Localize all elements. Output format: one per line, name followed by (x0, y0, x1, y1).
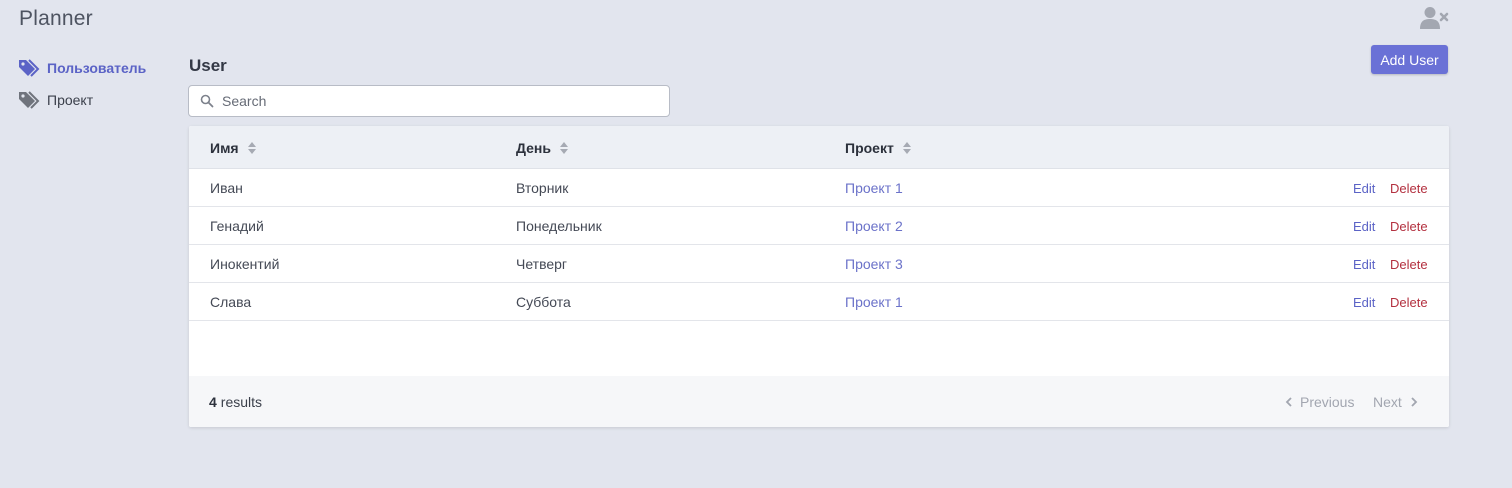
tags-icon (18, 90, 42, 110)
edit-link[interactable]: Edit (1353, 283, 1375, 321)
table-header: Имя День Проект (189, 126, 1449, 169)
previous-label: Previous (1300, 393, 1355, 410)
table-row: Инокентий Четверг Проект 3 Edit Delete (189, 245, 1449, 283)
table-row: Иван Вторник Проект 1 Edit Delete (189, 169, 1449, 207)
sidebar-item-label: Проект (47, 92, 94, 108)
column-header-day[interactable]: День (516, 126, 568, 169)
search-input[interactable] (222, 93, 642, 109)
table-row: Слава Суббота Проект 1 Edit Delete (189, 283, 1449, 321)
previous-page-button[interactable]: Previous (1285, 376, 1354, 427)
delete-link[interactable]: Delete (1390, 283, 1428, 321)
column-label: Проект (845, 139, 894, 156)
search-box[interactable] (188, 85, 670, 117)
cell-name: Слава (210, 294, 252, 310)
sort-icon (902, 141, 911, 154)
search-icon (200, 94, 214, 108)
cell-day: Понедельник (516, 218, 602, 234)
users-table-card: Имя День Проект Иван Вторник Проект 1 Ed… (189, 126, 1449, 427)
page-title: User (189, 56, 227, 75)
chevron-right-icon (1411, 396, 1418, 407)
column-label: Имя (210, 139, 239, 156)
sidebar-item-projects[interactable]: Проект (18, 84, 168, 116)
tags-icon (18, 58, 42, 78)
column-label: День (516, 139, 551, 156)
column-header-name[interactable]: Имя (210, 126, 256, 169)
edit-link[interactable]: Edit (1353, 169, 1375, 207)
sidebar-item-users[interactable]: Пользователь (18, 52, 168, 84)
app-title: Planner (19, 7, 93, 30)
cell-project-link[interactable]: Проект 3 (845, 245, 903, 283)
delete-link[interactable]: Delete (1390, 245, 1428, 283)
cell-project-link[interactable]: Проект 2 (845, 207, 903, 245)
sidebar: Пользователь Проект (18, 52, 168, 116)
delete-link[interactable]: Delete (1390, 169, 1428, 207)
next-label: Next (1373, 393, 1402, 410)
cell-name: Инокентий (210, 256, 280, 272)
results-number: 4 (209, 393, 217, 410)
add-user-button[interactable]: Add User (1371, 45, 1448, 74)
cell-project-link[interactable]: Проект 1 (845, 283, 903, 321)
cell-name: Иван (210, 180, 243, 196)
cell-day: Четверг (516, 256, 568, 272)
sort-icon (247, 141, 256, 154)
user-remove-icon[interactable] (1420, 6, 1450, 30)
delete-link[interactable]: Delete (1390, 207, 1428, 245)
edit-link[interactable]: Edit (1353, 245, 1375, 283)
cell-project-link[interactable]: Проект 1 (845, 169, 903, 207)
table-row: Генадий Понедельник Проект 2 Edit Delete (189, 207, 1449, 245)
column-header-project[interactable]: Проект (845, 126, 911, 169)
cell-day: Вторник (516, 180, 569, 196)
results-count: 4 results (209, 376, 262, 427)
cell-day: Суббота (516, 294, 571, 310)
table-footer: 4 results Previous Next (189, 376, 1449, 427)
edit-link[interactable]: Edit (1353, 207, 1375, 245)
next-page-button[interactable]: Next (1373, 376, 1418, 427)
sort-icon (560, 141, 568, 154)
sidebar-item-label: Пользователь (47, 60, 147, 76)
results-label: results (220, 393, 263, 410)
cell-name: Генадий (210, 218, 264, 234)
chevron-left-icon (1285, 396, 1292, 407)
